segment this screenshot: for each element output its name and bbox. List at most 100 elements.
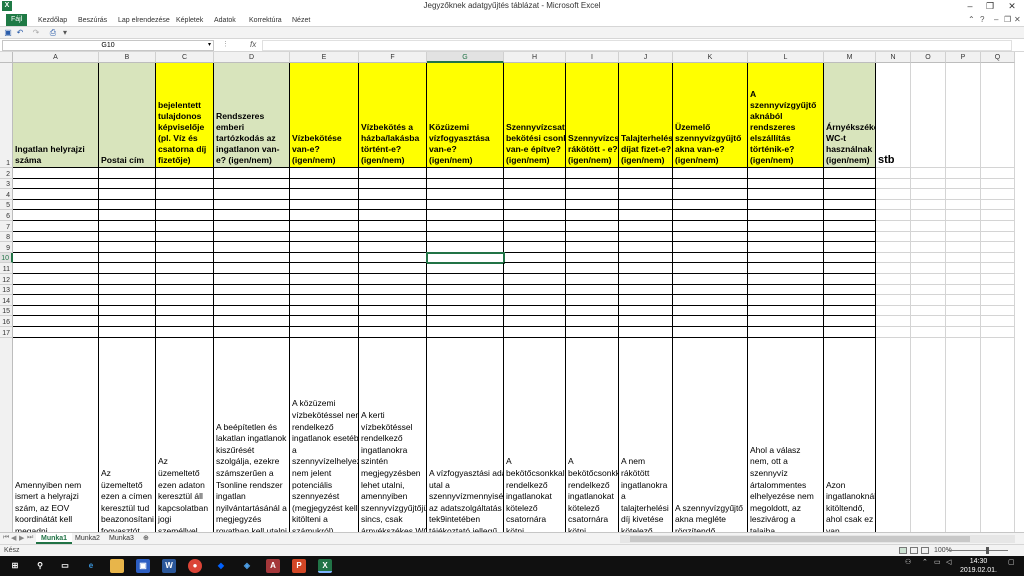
workbook-minimize-icon[interactable]: – [994, 15, 998, 24]
cell-j12[interactable] [619, 274, 673, 285]
header-cell-a[interactable]: Ingatlan helyrajzi száma [13, 63, 99, 168]
cell-k10[interactable] [673, 252, 748, 264]
cell-c11[interactable] [156, 263, 214, 274]
cell-o13[interactable] [911, 284, 946, 296]
save-icon[interactable]: ▣ [3, 28, 13, 38]
cell-a14[interactable] [13, 295, 99, 306]
workbook-restore-icon[interactable]: ❐ [1004, 15, 1011, 24]
cell-m2[interactable] [824, 168, 876, 179]
cell-a2[interactable] [13, 168, 99, 179]
cell-l2[interactable] [748, 168, 824, 179]
cell-b10[interactable] [99, 252, 156, 264]
row-header-8[interactable]: 8 [0, 231, 13, 243]
horizontal-scrollbar[interactable] [620, 535, 1015, 543]
cell-p11[interactable] [946, 263, 981, 274]
cell-d11[interactable] [214, 263, 290, 274]
cell-e3[interactable] [290, 178, 359, 190]
cell-d8[interactable] [214, 231, 290, 243]
zoom-slider[interactable] [948, 547, 1008, 554]
cell-e8[interactable] [290, 231, 359, 243]
note-cell-q[interactable] [981, 337, 1015, 532]
cell-f15[interactable] [359, 305, 427, 317]
cell-k11[interactable] [673, 263, 748, 274]
cell-g17[interactable] [427, 327, 504, 338]
cell-a3[interactable] [13, 178, 99, 190]
cell-a11[interactable] [13, 263, 99, 274]
cell-i11[interactable] [566, 263, 619, 274]
cell-b2[interactable] [99, 168, 156, 179]
cell-h11[interactable] [504, 263, 566, 274]
cell-g5[interactable] [427, 199, 504, 211]
cell-k7[interactable] [673, 221, 748, 232]
cell-o3[interactable] [911, 178, 946, 190]
header-cell-p[interactable] [946, 63, 981, 168]
cell-d12[interactable] [214, 274, 290, 285]
cell-j14[interactable] [619, 295, 673, 306]
cell-i9[interactable] [566, 242, 619, 253]
cell-f9[interactable] [359, 242, 427, 253]
cell-a16[interactable] [13, 316, 99, 327]
cell-q2[interactable] [981, 168, 1015, 179]
cell-h17[interactable] [504, 327, 566, 338]
cell-d6[interactable] [214, 210, 290, 221]
cell-b16[interactable] [99, 316, 156, 327]
cell-i16[interactable] [566, 316, 619, 327]
cell-e6[interactable] [290, 210, 359, 221]
cell-g7[interactable] [427, 221, 504, 232]
note-cell-b[interactable]: Az üzemeltető ezen a címen keresztül tud… [99, 337, 156, 532]
cell-h16[interactable] [504, 316, 566, 327]
cell-l17[interactable] [748, 327, 824, 338]
cell-i14[interactable] [566, 295, 619, 306]
tab-data[interactable]: Adatok [214, 15, 236, 26]
cell-o12[interactable] [911, 274, 946, 285]
cell-c17[interactable] [156, 327, 214, 338]
cell-d13[interactable] [214, 284, 290, 296]
cell-g16[interactable] [427, 316, 504, 327]
row-header-18[interactable]: 18 [0, 337, 13, 532]
row-header-3[interactable]: 3 [0, 178, 13, 190]
spreadsheet-grid[interactable]: A B C D E F G H I J K L M N O P Q 1 Ingatlan helyrajzi szá… [0, 52, 1024, 532]
cell-m5[interactable] [824, 199, 876, 211]
cell-n6[interactable] [876, 210, 911, 221]
cell-d17[interactable] [214, 327, 290, 338]
chrome-icon[interactable]: ● [188, 559, 202, 573]
tab-formulas[interactable]: Képletek [176, 15, 203, 26]
cell-o10[interactable] [911, 252, 946, 264]
note-cell-o[interactable] [911, 337, 946, 532]
cell-f14[interactable] [359, 295, 427, 306]
cell-e14[interactable] [290, 295, 359, 306]
cell-c5[interactable] [156, 199, 214, 211]
cell-m16[interactable] [824, 316, 876, 327]
cell-q14[interactable] [981, 295, 1015, 306]
cell-o8[interactable] [911, 231, 946, 243]
save-icon[interactable]: ▣ [136, 559, 150, 573]
cell-n15[interactable] [876, 305, 911, 317]
cell-e4[interactable] [290, 189, 359, 200]
cell-e17[interactable] [290, 327, 359, 338]
row-header-14[interactable]: 14 [0, 295, 13, 306]
onedrive-icon[interactable]: ◈ [240, 559, 254, 573]
cell-l4[interactable] [748, 189, 824, 200]
header-cell-f[interactable]: Vízbekötés a házba/lakásba történt-e? (i… [359, 63, 427, 168]
note-cell-c[interactable]: Az üzemeltető ezen adaton keresztül áll … [156, 337, 214, 532]
cell-d7[interactable] [214, 221, 290, 232]
cell-h13[interactable] [504, 284, 566, 296]
cell-m6[interactable] [824, 210, 876, 221]
cell-g14[interactable] [427, 295, 504, 306]
cell-k15[interactable] [673, 305, 748, 317]
row-header-10[interactable]: 10 [0, 252, 13, 264]
cell-p13[interactable] [946, 284, 981, 296]
cell-g11[interactable] [427, 263, 504, 274]
first-sheet-icon[interactable]: ⏮ [3, 534, 9, 542]
cell-c6[interactable] [156, 210, 214, 221]
cell-k3[interactable] [673, 178, 748, 190]
column-header-d[interactable]: D [214, 52, 290, 63]
cell-p9[interactable] [946, 242, 981, 253]
header-cell-q[interactable] [981, 63, 1015, 168]
cell-i17[interactable] [566, 327, 619, 338]
cell-g13[interactable] [427, 284, 504, 296]
sheet-tab-munka3[interactable]: Munka3 [104, 533, 139, 544]
cell-h7[interactable] [504, 221, 566, 232]
header-cell-l[interactable]: A szennyvízgyűjtő aknából rendszeres els… [748, 63, 824, 168]
note-cell-e[interactable]: A közüzemi vízbekötéssel nem rendelkező … [290, 337, 359, 532]
